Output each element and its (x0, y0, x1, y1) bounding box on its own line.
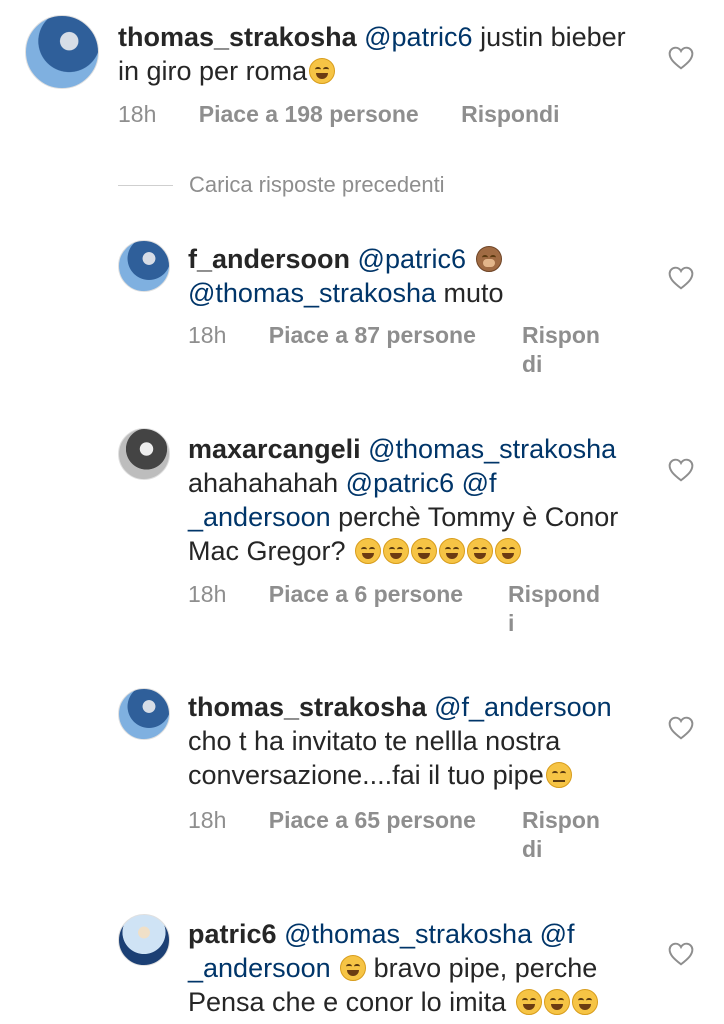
comment-meta: 18h Piace a 65 persone (188, 806, 476, 835)
mention[interactable]: _andersoon (188, 502, 331, 532)
face-with-tears-of-joy-icon (309, 58, 336, 84)
comment-text-part: justin bieber (472, 22, 626, 52)
heart-outline-icon[interactable] (668, 458, 694, 482)
likes-button[interactable]: Piace a 65 persone (269, 807, 476, 833)
comment-text: patric6 @thomas_strakosha @f _andersoon … (188, 917, 658, 1019)
face-with-tears-of-joy-icon (467, 538, 494, 564)
mention[interactable]: @patric6 (358, 244, 466, 274)
face-with-tears-of-joy-icon (355, 538, 382, 564)
comment-text-part: cho t ha invitato te nellla nostra (188, 726, 561, 756)
heart-outline-icon[interactable] (668, 46, 694, 70)
comment-text-part: Pensa che e conor lo imita (188, 987, 507, 1017)
username[interactable]: patric6 (188, 919, 277, 949)
likes-button[interactable]: Piace a 198 persone (199, 101, 419, 127)
reply-label[interactable]: i (508, 610, 514, 636)
avatar[interactable] (118, 240, 170, 292)
reply-label[interactable]: Rispond (508, 581, 600, 607)
mention[interactable]: @thomas_strakosha (368, 434, 616, 464)
reply-button[interactable]: Rispon di (522, 806, 600, 864)
face-with-tears-of-joy-icon (411, 538, 438, 564)
likes-button[interactable]: Piace a 87 persone (269, 322, 476, 348)
see-no-evil-monkey-icon (475, 246, 502, 272)
reply-button[interactable]: Rispond i (508, 580, 600, 638)
load-previous-replies[interactable]: Carica risposte precedenti (118, 171, 445, 199)
face-with-tears-of-joy-icon (383, 538, 410, 564)
username[interactable]: thomas_strakosha (118, 22, 357, 52)
mention[interactable]: @patric6 (364, 22, 472, 52)
likes-button[interactable]: Piace a 6 persone (269, 581, 463, 607)
mention[interactable]: @f (540, 919, 575, 949)
timestamp: 18h (188, 581, 227, 607)
comment-text-part: bravo pipe, perche (366, 953, 598, 983)
heart-outline-icon[interactable] (668, 716, 694, 740)
face-with-tears-of-joy-icon (571, 989, 598, 1015)
reply-label[interactable]: di (522, 836, 542, 862)
comment-meta: 18h Piace a 198 persone Rispondi (118, 100, 559, 129)
mention[interactable]: @thomas_strakosha (284, 919, 532, 949)
comment-text-part: in giro per roma (118, 56, 308, 86)
comment-text-part: perchè Tommy è Conor (330, 502, 619, 532)
comment-text: thomas_strakosha @f_andersoon cho t ha i… (188, 690, 658, 792)
mention[interactable]: @f (462, 468, 497, 498)
face-with-tears-of-joy-icon (543, 989, 570, 1015)
load-more-label[interactable]: Carica risposte precedenti (189, 172, 445, 198)
mention[interactable]: @f_andersoon (434, 692, 612, 722)
avatar[interactable] (118, 428, 170, 480)
reply-button[interactable]: Rispon di (522, 321, 600, 379)
mention[interactable]: @thomas_strakosha (188, 278, 436, 308)
comment-text: thomas_strakosha @patric6 justin bieber … (118, 20, 658, 88)
face-with-tears-of-joy-icon (495, 538, 522, 564)
face-with-tears-of-joy-icon (340, 955, 367, 981)
comment-text: f_andersoon @patric6 @thomas_strakosha m… (188, 242, 658, 310)
reply-label[interactable]: Rispon (522, 807, 600, 833)
comment-text-part: Mac Gregor? (188, 536, 346, 566)
face-with-tears-of-joy-icon (515, 989, 542, 1015)
divider (118, 184, 173, 186)
avatar[interactable] (25, 15, 99, 89)
timestamp: 18h (188, 322, 227, 348)
comment-meta: 18h Piace a 6 persone (188, 580, 463, 609)
avatar[interactable] (118, 688, 170, 740)
neutral-face-icon (545, 762, 572, 788)
timestamp: 18h (188, 807, 227, 833)
reply-label[interactable]: di (522, 351, 542, 377)
comment-text: maxarcangeli @thomas_strakosha ahahahaha… (188, 432, 658, 568)
reply-label[interactable]: Rispon (522, 322, 600, 348)
heart-outline-icon[interactable] (668, 266, 694, 290)
username[interactable]: thomas_strakosha (188, 692, 427, 722)
comment-meta: 18h Piace a 87 persone (188, 321, 476, 350)
comment-text-part: ahahahahah (188, 468, 346, 498)
reply-button[interactable]: Rispondi (461, 101, 559, 127)
comment-text-part: muto (436, 278, 504, 308)
face-with-tears-of-joy-icon (439, 538, 466, 564)
mention[interactable]: _andersoon (188, 953, 331, 983)
timestamp: 18h (118, 101, 157, 127)
mention[interactable]: @patric6 (346, 468, 454, 498)
comment-text-part: conversazione....fai il tuo pipe (188, 760, 544, 790)
avatar[interactable] (118, 914, 170, 966)
heart-outline-icon[interactable] (668, 942, 694, 966)
username[interactable]: f_andersoon (188, 244, 350, 274)
username[interactable]: maxarcangeli (188, 434, 361, 464)
